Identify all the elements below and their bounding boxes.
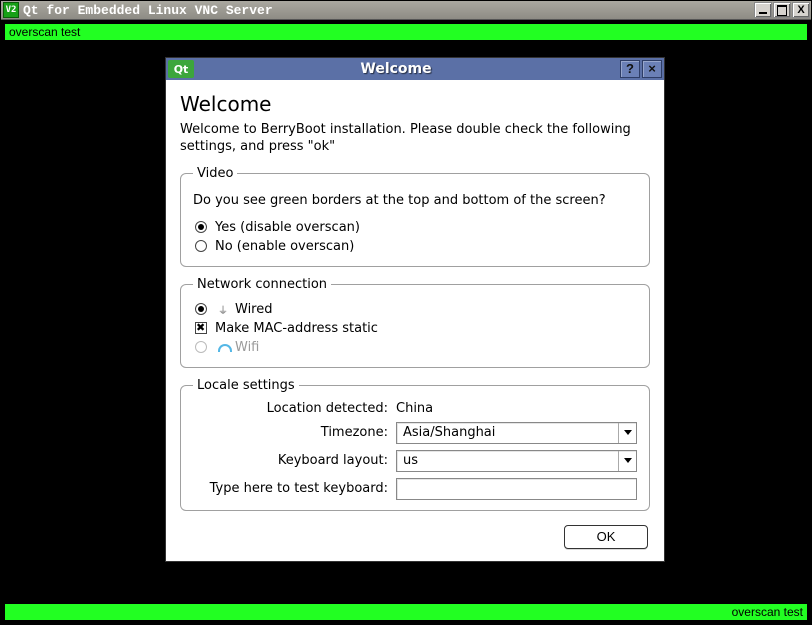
close-window-button[interactable]: X [792, 2, 810, 18]
timezone-select-value: Asia/Shanghai [397, 425, 618, 440]
radio-icon [195, 221, 207, 233]
welcome-dialog: Qt Welcome ? × Welcome Welcome to BerryB… [166, 58, 664, 561]
video-option-no-label: No (enable overscan) [215, 239, 354, 254]
keyboard-label: Keyboard layout: [193, 453, 388, 468]
locale-legend: Locale settings [193, 378, 299, 393]
network-option-wifi-label: Wifi [235, 340, 259, 355]
ethernet-plug-icon: ⏚ [215, 304, 231, 314]
vnc-window: V2 Qt for Embedded Linux VNC Server X ov… [0, 0, 812, 625]
location-label: Location detected: [193, 401, 388, 416]
timezone-select[interactable]: Asia/Shanghai [396, 422, 637, 444]
keyboard-test-input[interactable] [396, 478, 637, 500]
minimize-button[interactable] [754, 2, 772, 18]
network-legend: Network connection [193, 277, 331, 292]
inner-screen: overscan test overscan test Qt Welcome ?… [1, 20, 811, 624]
network-option-wired[interactable]: ⏚ Wired [193, 300, 637, 319]
overscan-bar-bottom: overscan test [5, 604, 807, 620]
location-value: China [396, 401, 637, 416]
video-option-no[interactable]: No (enable overscan) [193, 237, 637, 256]
welcome-heading: Welcome [180, 92, 650, 116]
video-option-yes-label: Yes (disable overscan) [215, 220, 360, 235]
video-question: Do you see green borders at the top and … [193, 193, 637, 208]
vnc-window-title: Qt for Embedded Linux VNC Server [23, 3, 754, 18]
dialog-close-button[interactable]: × [642, 60, 662, 78]
dialog-title: Welcome [172, 61, 620, 77]
dialog-help-button[interactable]: ? [620, 60, 640, 78]
dialog-body: Welcome Welcome to BerryBoot installatio… [166, 80, 664, 561]
locale-fieldset: Locale settings Location detected: China… [180, 378, 650, 511]
keyboard-select[interactable]: us [396, 450, 637, 472]
dialog-titlebar[interactable]: Qt Welcome ? × [166, 58, 664, 80]
network-option-wifi: Wifi [193, 338, 637, 357]
dialog-button-row: OK [180, 525, 648, 549]
vnc-app-icon: V2 [3, 2, 19, 18]
keyboard-test-label: Type here to test keyboard: [193, 481, 388, 496]
radio-icon [195, 240, 207, 252]
maximize-button[interactable] [773, 2, 791, 18]
network-option-wired-label: Wired [235, 302, 273, 317]
chevron-down-icon [618, 423, 636, 443]
video-legend: Video [193, 166, 237, 181]
video-option-yes[interactable]: Yes (disable overscan) [193, 218, 637, 237]
ok-button[interactable]: OK [564, 525, 648, 549]
checkbox-icon [195, 322, 207, 334]
keyboard-select-value: us [397, 453, 618, 468]
timezone-label: Timezone: [193, 425, 388, 440]
network-fieldset: Network connection ⏚ Wired Make MAC-addr… [180, 277, 650, 368]
video-fieldset: Video Do you see green borders at the to… [180, 166, 650, 267]
network-option-mac-label: Make MAC-address static [215, 321, 378, 336]
wifi-icon [215, 342, 231, 352]
radio-icon [195, 341, 207, 353]
vnc-titlebar: V2 Qt for Embedded Linux VNC Server X [1, 1, 811, 20]
overscan-bar-top: overscan test [5, 24, 807, 40]
network-option-mac-static[interactable]: Make MAC-address static [193, 319, 637, 338]
radio-icon [195, 303, 207, 315]
welcome-intro: Welcome to BerryBoot installation. Pleas… [180, 122, 650, 156]
chevron-down-icon [618, 451, 636, 471]
